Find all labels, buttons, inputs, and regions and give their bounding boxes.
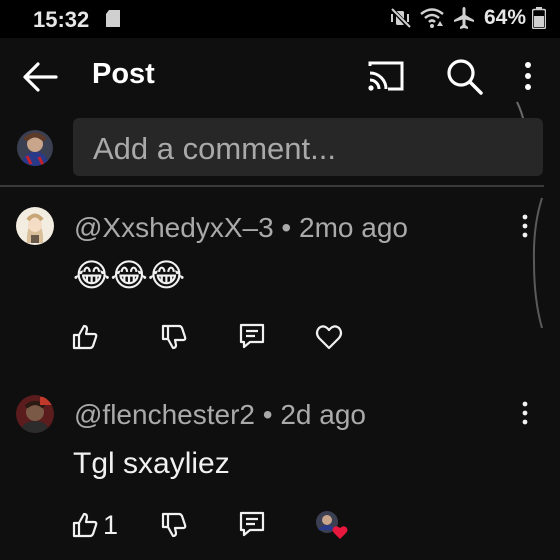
comment-more-icon[interactable] <box>519 401 531 425</box>
sd-card-icon <box>106 10 120 27</box>
airplane-mode-icon <box>453 7 474 29</box>
divider <box>0 185 544 187</box>
commenter-avatar[interactable] <box>16 395 54 433</box>
scrollbar[interactable] <box>531 196 545 330</box>
like-count: 1 <box>103 510 119 540</box>
comment-author[interactable]: @flenchester2 <box>74 399 255 430</box>
comment-author[interactable]: @XxshedyxX–3 <box>74 212 274 243</box>
comment-text: 😂😂😂 <box>73 256 186 294</box>
like-icon[interactable] <box>71 511 99 539</box>
back-arrow-icon[interactable] <box>20 60 60 94</box>
reply-icon[interactable] <box>238 510 266 538</box>
status-time: 15:32 <box>33 7 90 32</box>
comment-author-line: @XxshedyxX–3 • 2mo ago <box>74 212 408 244</box>
heart-icon[interactable] <box>315 323 343 351</box>
mute-vibrate-icon <box>389 7 412 29</box>
more-options-icon[interactable] <box>518 60 538 94</box>
status-icons: 64% <box>389 6 546 30</box>
search-icon[interactable] <box>444 56 484 96</box>
like-icon[interactable] <box>71 323 99 351</box>
comment-input-placeholder: Add a comment... <box>93 131 336 166</box>
comment-separator: • <box>262 399 273 430</box>
dislike-icon[interactable] <box>160 323 188 351</box>
battery-percent: 64% <box>483 6 526 29</box>
commenter-avatar[interactable] <box>16 207 54 245</box>
wifi-icon <box>420 8 444 28</box>
comment-age: 2d ago <box>280 399 366 430</box>
dislike-icon[interactable] <box>160 511 188 539</box>
reply-icon[interactable] <box>238 322 266 350</box>
comment-more-icon[interactable] <box>519 214 531 238</box>
comment-separator: • <box>281 212 292 243</box>
page-title: Post <box>92 58 155 90</box>
creator-heart-icon[interactable] <box>314 510 348 540</box>
comment-author-line: @flenchester2 • 2d ago <box>74 399 366 431</box>
cast-icon[interactable] <box>366 58 406 94</box>
comment-age: 2mo ago <box>299 212 408 243</box>
battery-icon <box>532 7 546 29</box>
comment-text: Tgl sxayliez <box>73 447 230 480</box>
my-avatar <box>17 130 53 166</box>
